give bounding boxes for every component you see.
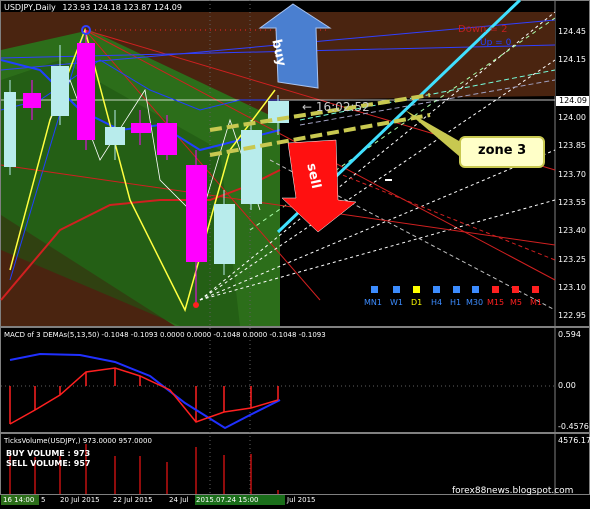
macd-axis-label: -0.4576 (558, 422, 589, 431)
tf-label: M30 (466, 298, 484, 307)
buy-volume: BUY VOLUME : 973 (6, 449, 91, 458)
price-label: 124.15 (558, 55, 586, 64)
price-label: 123.10 (558, 283, 586, 292)
up-count: Up = 0 (480, 38, 512, 48)
bar-timer: ← 16:02:52 (302, 100, 370, 114)
sell-volume: SELL VOLUME: 957 (6, 459, 91, 468)
time-label: 24 Jul (169, 496, 189, 504)
volume-axis-label: 4576.175 (558, 436, 590, 445)
time-label: 20 Jul 2015 (60, 496, 100, 504)
swing-low-marker (193, 302, 199, 308)
zone-label: zone 3 (478, 143, 527, 158)
timeframe-markers (371, 286, 539, 293)
tf-label: W1 (390, 298, 403, 307)
tf-label: H4 (431, 298, 443, 307)
tf-label: M15 (487, 298, 505, 307)
current-price-label: 124.09 (559, 96, 587, 105)
macd-axis-label: 0.00 (558, 381, 576, 390)
macd-panel (0, 327, 590, 433)
tf-label: M1 (530, 298, 542, 307)
price-label: 123.85 (558, 141, 586, 150)
down-count: Down = 2 (458, 24, 508, 35)
price-label: 123.40 (558, 226, 586, 235)
symbol-header: USDJPY,Daily 123.93 124.18 123.87 124.09 (4, 3, 182, 12)
tf-label: D1 (411, 298, 423, 307)
ohlc-values: 123.93 124.18 123.87 124.09 (62, 3, 182, 12)
price-label: 123.55 (558, 198, 586, 207)
cursor-time-label: 16 14:00 (3, 496, 35, 504)
volume-title: TicksVolume(USDJPY,) 973.0000 957.0000 (4, 437, 152, 445)
tf-label: H1 (450, 298, 462, 307)
symbol-label: USDJPY,Daily (4, 3, 56, 12)
time-label: 5 (41, 496, 46, 504)
price-label: 122.95 (558, 311, 586, 320)
price-label: 123.70 (558, 170, 586, 179)
macd-axis-label: 0.594 (558, 330, 581, 339)
macd-title: MACD of 3 DEMAs(5,13,50) -0.1048 -0.1093… (4, 331, 326, 339)
time-label: Jul 2015 (287, 496, 316, 504)
price-label: 123.25 (558, 255, 586, 264)
highlight-time-label: 2015.07.24 15:00 (196, 496, 259, 504)
price-label: 124.00 (558, 113, 586, 122)
tf-label: MN1 (364, 298, 382, 307)
price-label: 124.45 (558, 27, 586, 36)
tf-label: M5 (510, 298, 522, 307)
watermark: forex88news.blogspot.com (452, 486, 574, 496)
time-label: 22 Jul 2015 (113, 496, 153, 504)
chart-window: USDJPY,Daily 123.93 124.18 123.87 124.09… (0, 0, 590, 509)
